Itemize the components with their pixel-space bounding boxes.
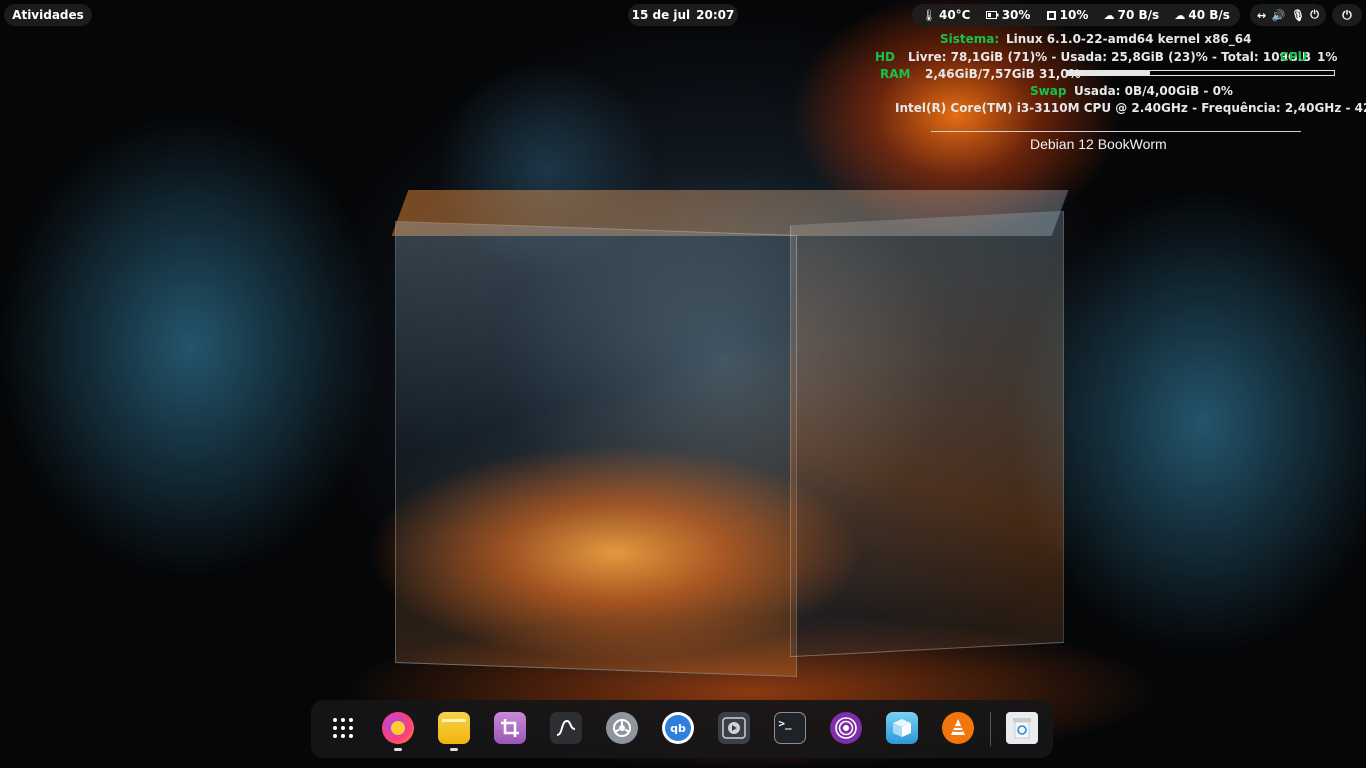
dock: qb >_ [311, 700, 1053, 758]
conky-system-value: Linux 6.1.0-22-amd64 kernel x86_64 [1006, 32, 1252, 46]
qbittorrent-icon: qb [665, 715, 691, 741]
system-monitor-tray[interactable]: 🌡 40°C 30% 10% ☁ 70 B/s ☁ 40 B/s [912, 4, 1240, 26]
files-icon [442, 718, 466, 722]
conky-os-name: Debian 12 BookWorm [1030, 136, 1167, 152]
cloud-download-icon: ☁ [1103, 8, 1115, 22]
running-indicator [450, 748, 458, 751]
microphone-icon: 🎙 [1290, 8, 1305, 22]
cloud-upload-icon: ☁ [1174, 8, 1186, 22]
dock-terminal[interactable]: >_ [774, 712, 806, 744]
battery-indicator[interactable]: 30% [985, 8, 1030, 22]
dock-app-grid[interactable] [327, 712, 359, 744]
dock-files[interactable] [438, 712, 470, 744]
cpu-indicator[interactable]: 10% [1046, 8, 1088, 22]
video-icon [722, 717, 746, 739]
volume-icon: 🔊 [1271, 8, 1286, 22]
dock-inkscape[interactable] [550, 712, 582, 744]
trash-icon [1013, 718, 1031, 739]
conky-ram-bar-fill [1068, 71, 1151, 75]
battery-icon [985, 11, 999, 19]
quick-settings-button[interactable]: ↔ 🔊 🎙 ⏻ [1250, 4, 1326, 26]
vlc-icon [951, 719, 965, 735]
clock-button[interactable]: 15 de jul 20:07 [628, 4, 738, 26]
tor-icon [835, 717, 857, 739]
crop-icon [501, 719, 519, 737]
cpu-icon [1046, 10, 1056, 20]
package-icon [893, 719, 911, 737]
download-indicator[interactable]: ☁ 70 B/s [1104, 8, 1160, 22]
dock-crop[interactable] [494, 712, 526, 744]
firefox-icon [391, 721, 405, 735]
dock-trash[interactable] [1006, 712, 1038, 744]
settings-icon [613, 719, 631, 737]
terminal-icon: >_ [778, 716, 792, 730]
conky-ram-value: 2,46GiB/7,57GiB 31,0% [925, 67, 1081, 81]
conky-ram-label: RAM [880, 67, 911, 81]
power-menu-button[interactable]: ⏻ [1332, 4, 1362, 26]
time-label: 20:07 [696, 8, 735, 22]
dock-separator [990, 712, 991, 746]
dock-software-center[interactable] [886, 712, 918, 744]
conky-cpu-value: 1% [1317, 50, 1338, 64]
wallpaper-cube-side [790, 210, 1064, 658]
conky-system-label: Sistema: [940, 32, 1000, 46]
power-icon: ⏻ [1310, 8, 1319, 21]
conky-swap-value: Usada: 0B/4,00GiB - 0% [1074, 84, 1233, 98]
app-grid-icon [333, 718, 353, 738]
dock-firefox[interactable] [382, 712, 414, 744]
temperature-indicator[interactable]: 🌡 40°C [922, 8, 970, 22]
network-icon: ↔ [1257, 8, 1267, 22]
conky-hd-label: HD [875, 50, 896, 64]
top-bar: Atividades 15 de jul 20:07 🌡 40°C 30% 10… [0, 0, 1366, 30]
power-icon: ⏻ [1342, 7, 1352, 22]
conky-hd-value: Livre: 78,1GiB (71)% - Usada: 25,8GiB (2… [908, 50, 1312, 64]
dock-tor-browser[interactable] [830, 712, 862, 744]
thermometer-icon: 🌡 [922, 8, 936, 22]
inkscape-icon [556, 719, 576, 736]
conky-cpu-label: CPU [1280, 50, 1308, 64]
dock-vlc[interactable] [942, 712, 974, 744]
dock-settings[interactable] [606, 712, 638, 744]
running-indicator [394, 748, 402, 751]
wallpaper-cube-front [395, 220, 797, 678]
date-label: 15 de jul [631, 8, 691, 22]
conky-ram-bar [1067, 70, 1335, 76]
dock-video-player[interactable] [718, 712, 750, 744]
conky-swap-label: Swap [1030, 84, 1067, 98]
dock-qbittorrent[interactable]: qb [662, 712, 694, 744]
conky-cpu-info: Intel(R) Core(TM) i3-3110M CPU @ 2.40GHz… [895, 101, 1366, 115]
upload-indicator[interactable]: ☁ 40 B/s [1174, 8, 1230, 22]
activities-button[interactable]: Atividades [4, 4, 92, 26]
conky-divider [931, 131, 1301, 132]
